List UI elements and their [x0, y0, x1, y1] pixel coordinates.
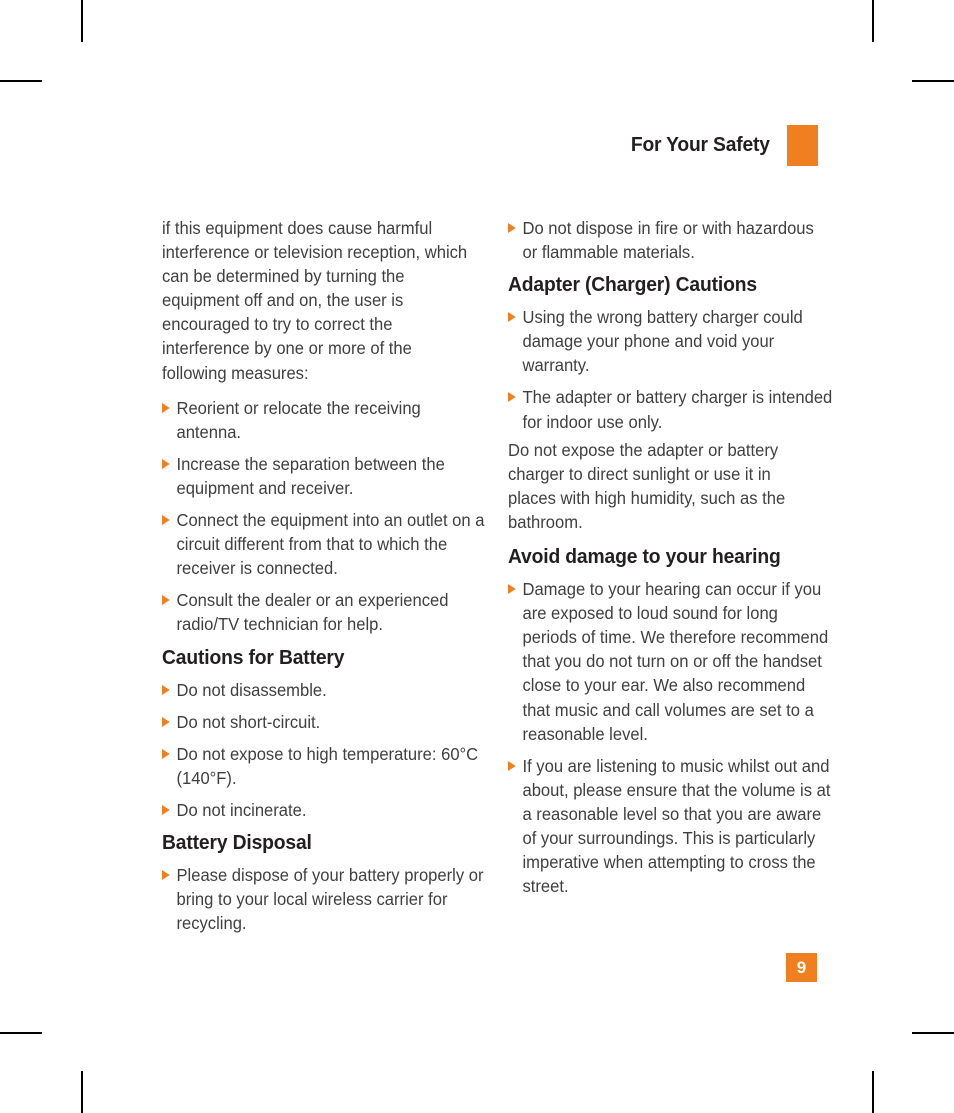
triangle-bullet-icon [162, 748, 170, 759]
body-columns: if this equipment does cause harmful int… [162, 216, 832, 939]
right-column: Do not dispose in fire or with hazardous… [508, 216, 832, 902]
hearing-damage-list: Damage to your hearing can occur if you … [508, 577, 830, 898]
header-accent-bar [787, 124, 818, 166]
list-item: Consult the dealer or an experienced rad… [162, 588, 486, 636]
section-heading-avoid-damage-to-your-hearing: Avoid damage to your hearing [508, 546, 781, 569]
list-item-text: Connect the equipment into an outlet on … [176, 510, 485, 579]
section-heading-battery-disposal: Battery Disposal [162, 831, 312, 854]
running-head: For Your Safety [0, 124, 818, 166]
list-item: If you are listening to music whilst out… [508, 754, 832, 899]
triangle-bullet-icon [162, 402, 170, 413]
battery-cautions-list: Do not disassemble. Do not short-circuit… [162, 678, 478, 822]
list-item-text: Damage to your hearing can occur if you … [522, 579, 829, 744]
crop-mark-top-left-vertical [81, 0, 83, 42]
adapter-exposure-paragraph: Do not expose the adapter or battery cha… [508, 439, 786, 532]
adapter-cautions-list: Using the wrong battery charger could da… [508, 305, 832, 433]
triangle-bullet-icon [508, 392, 516, 403]
triangle-bullet-icon [508, 584, 516, 595]
list-item-text: Do not incinerate. [176, 799, 307, 820]
triangle-bullet-icon [508, 312, 516, 323]
list-item-text: Consult the dealer or an experienced rad… [176, 590, 449, 635]
list-item-text: Do not disassemble. [176, 679, 327, 700]
crop-mark-bottom-left-horizontal [0, 1032, 42, 1034]
list-item: Do not dispose in fire or with hazardous… [508, 216, 832, 264]
left-column: if this equipment does cause harmful int… [162, 216, 484, 939]
list-item: Connect the equipment into an outlet on … [162, 508, 486, 580]
triangle-bullet-icon [508, 223, 516, 233]
battery-cautions-continued-list: Do not dispose in fire or with hazardous… [508, 216, 818, 264]
crop-mark-top-left-horizontal [0, 80, 42, 82]
list-item: Do not disassemble. [162, 678, 486, 702]
crop-mark-top-right-horizontal [912, 80, 954, 82]
section-heading-cautions-for-battery: Cautions for Battery [162, 646, 345, 669]
page-title: For Your Safety [631, 133, 770, 156]
crop-mark-bottom-right-horizontal [912, 1032, 954, 1034]
list-item-text: Using the wrong battery charger could da… [522, 307, 803, 376]
list-item-text: Do not short-circuit. [176, 711, 321, 732]
list-item: Reorient or relocate the receiving anten… [162, 396, 486, 444]
list-item: Damage to your hearing can occur if you … [508, 577, 832, 746]
triangle-bullet-icon [162, 515, 170, 526]
list-item: Do not short-circuit. [162, 710, 486, 734]
battery-disposal-list: Please dispose of your battery properly … [162, 863, 483, 935]
list-item-text: Do not expose to high temperature: 60°C … [176, 743, 479, 788]
crop-mark-top-right-vertical [872, 0, 874, 42]
list-item: Please dispose of your battery properly … [162, 863, 486, 935]
list-item: Do not incinerate. [162, 798, 486, 822]
list-item: Do not expose to high temperature: 60°C … [162, 742, 486, 790]
triangle-bullet-icon [162, 869, 170, 880]
triangle-bullet-icon [162, 595, 170, 606]
list-item-text: If you are listening to music whilst out… [522, 755, 831, 897]
fcc-intro-paragraph: if this equipment does cause harmful int… [162, 218, 468, 383]
list-item: Using the wrong battery charger could da… [508, 305, 832, 377]
corrective-measures-list: Reorient or relocate the receiving anten… [162, 396, 484, 637]
crop-mark-bottom-right-vertical [872, 1071, 874, 1113]
list-item-text: Reorient or relocate the receiving anten… [176, 397, 421, 442]
triangle-bullet-icon [162, 804, 170, 815]
list-item-text: Do not dispose in fire or with hazardous… [522, 218, 814, 263]
triangle-bullet-icon [162, 458, 170, 469]
triangle-bullet-icon [508, 760, 516, 771]
list-item-text: Please dispose of your battery properly … [176, 864, 484, 934]
list-item-text: The adapter or battery charger is intend… [522, 387, 833, 432]
crop-mark-bottom-left-vertical [81, 1071, 83, 1113]
list-item: The adapter or battery charger is intend… [508, 385, 832, 433]
manual-page: For Your Safety if this equipment does c… [0, 0, 954, 1113]
list-item: Increase the separation between the equi… [162, 452, 486, 500]
section-heading-adapter-charger-cautions: Adapter (Charger) Cautions [508, 274, 757, 297]
list-item-text: Increase the separation between the equi… [176, 453, 445, 498]
page-number-badge: 9 [786, 953, 817, 982]
triangle-bullet-icon [162, 716, 170, 727]
triangle-bullet-icon [162, 684, 170, 695]
